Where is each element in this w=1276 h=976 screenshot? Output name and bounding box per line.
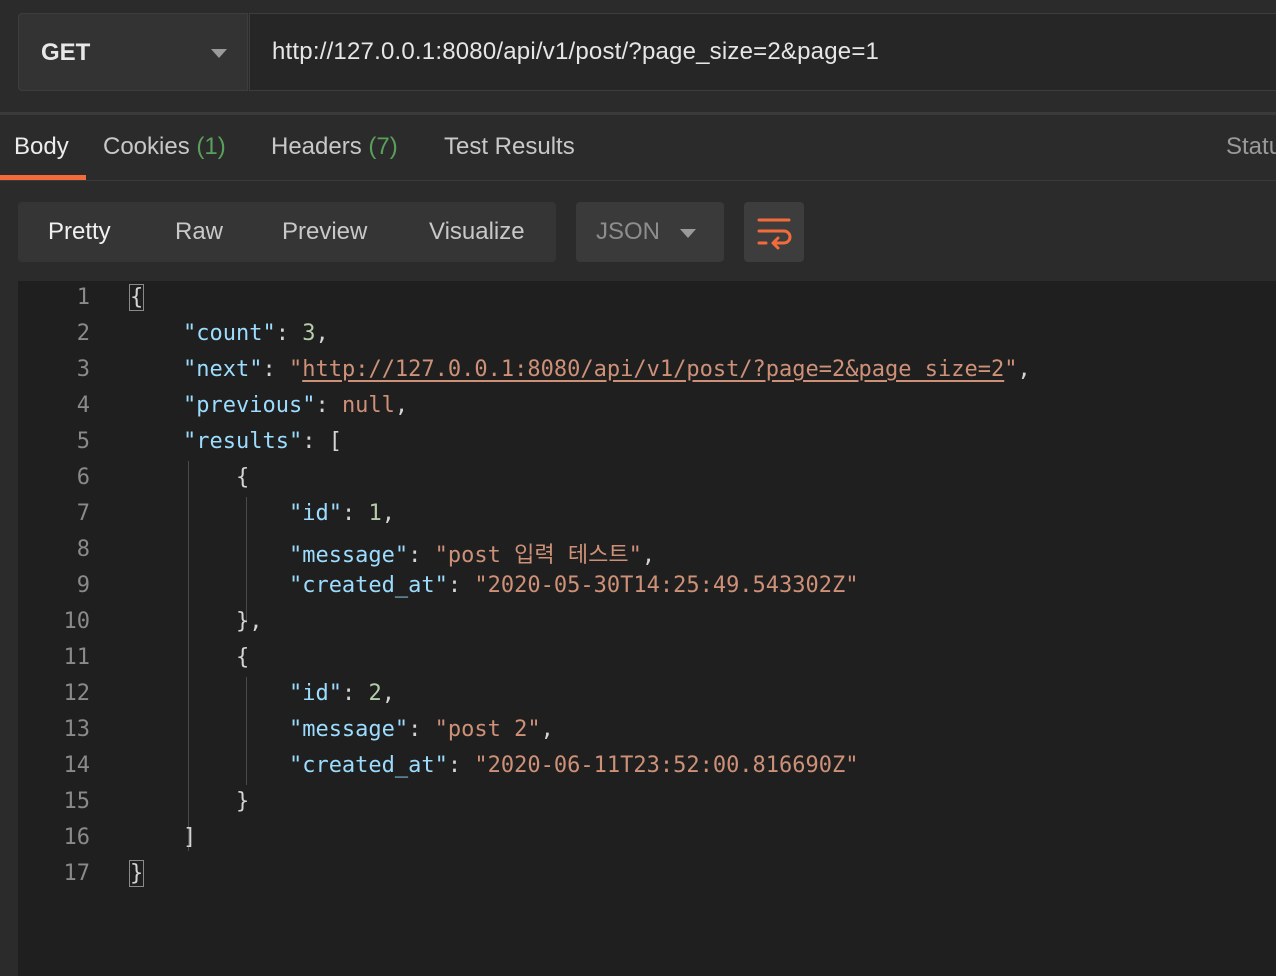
json-string: "2020-05-30T14:25:49.543302Z" (474, 573, 859, 598)
brace: } (128, 860, 145, 887)
json-key: "created_at" (288, 753, 448, 778)
wrap-lines-icon (757, 218, 792, 250)
wrap-lines-button[interactable] (744, 202, 804, 262)
code-line: 7 "id": 1, (18, 497, 1276, 533)
code-line: 1 { (18, 281, 1276, 317)
line-number: 5 (76, 429, 90, 454)
view-raw-button[interactable]: Raw (175, 218, 223, 246)
brace: { (128, 284, 145, 311)
code-line: 3 "next": "http://127.0.0.1:8080/api/v1/… (18, 353, 1276, 389)
url-input[interactable]: http://127.0.0.1:8080/api/v1/post/?page_… (249, 13, 1276, 91)
line-number: 9 (76, 573, 90, 598)
tab-cookies[interactable]: Cookies (1) (103, 133, 226, 161)
code-line: 17 } (18, 857, 1276, 893)
view-mode-group: Pretty Raw Preview Visualize (18, 202, 556, 262)
line-number: 10 (63, 609, 91, 634)
code-line: 10 }, (18, 605, 1276, 641)
json-key: "created_at" (288, 573, 448, 598)
json-null: null (341, 393, 395, 418)
code-line: 15 } (18, 785, 1276, 821)
line-number: 3 (76, 357, 90, 382)
tab-headers[interactable]: Headers (7) (271, 133, 398, 161)
code-line: 9 "created_at": "2020-05-30T14:25:49.543… (18, 569, 1276, 605)
response-tabs: Body Cookies (1) Headers (7) Test Result… (0, 115, 1276, 181)
chevron-down-icon (680, 229, 696, 238)
chevron-down-icon[interactable] (211, 49, 227, 58)
line-number: 8 (76, 537, 90, 562)
code-line: 16 ] (18, 821, 1276, 857)
url-text[interactable]: http://127.0.0.1:8080/api/v1/post/?page_… (272, 38, 879, 66)
line-number: 11 (63, 645, 91, 670)
code-line: 5 "results": [ (18, 425, 1276, 461)
code-line: 12 "id": 2, (18, 677, 1276, 713)
format-select[interactable]: JSON (576, 202, 724, 262)
tab-count: (7) (368, 133, 398, 160)
json-string: "post 입력 테스트" (434, 543, 642, 568)
json-number: 1 (368, 501, 382, 526)
method-label: GET (41, 39, 91, 66)
json-number: 2 (368, 681, 382, 706)
line-number: 13 (63, 717, 91, 742)
json-number: 3 (302, 321, 316, 346)
json-key: "id" (288, 681, 342, 706)
line-number: 14 (63, 753, 91, 778)
tab-label: Cookies (103, 133, 190, 160)
line-number: 4 (76, 393, 90, 418)
view-pretty-button[interactable]: Pretty (48, 218, 111, 246)
line-number: 7 (76, 501, 90, 526)
json-string: "2020-06-11T23:52:00.816690Z" (474, 753, 859, 778)
code-line: 4 "previous": null, (18, 389, 1276, 425)
code-line: 13 "message": "post 2", (18, 713, 1276, 749)
tab-test-results[interactable]: Test Results (444, 133, 575, 161)
line-number: 1 (76, 285, 90, 310)
method-select[interactable]: GET (18, 13, 248, 91)
line-number: 6 (76, 465, 90, 490)
json-key: "count" (182, 321, 276, 346)
tab-count: (1) (196, 133, 226, 160)
json-key: "results" (182, 429, 303, 454)
request-bar: GET http://127.0.0.1:8080/api/v1/post/?p… (0, 0, 1276, 112)
line-number: 15 (63, 789, 91, 814)
json-key: "message" (288, 543, 409, 568)
json-link[interactable]: http://127.0.0.1:8080/api/v1/post/?page=… (302, 357, 1004, 382)
tab-label: Headers (271, 133, 362, 160)
view-preview-button[interactable]: Preview (282, 218, 367, 246)
code-line: 14 "created_at": "2020-06-11T23:52:00.81… (18, 749, 1276, 785)
json-key: "message" (288, 717, 409, 742)
json-key: "id" (288, 501, 342, 526)
line-number: 16 (63, 825, 91, 850)
format-label: JSON (596, 218, 661, 245)
tab-body[interactable]: Body (14, 133, 69, 161)
tab-label: Body (14, 133, 69, 160)
code-line: 6 { (18, 461, 1276, 497)
line-number: 17 (63, 861, 91, 886)
code-line: 8 "message": "post 입력 테스트", (18, 533, 1276, 569)
status-label: Statu (1226, 133, 1276, 160)
line-number: 12 (63, 681, 91, 706)
view-toolbar: Pretty Raw Preview Visualize JSON (0, 181, 1276, 281)
line-number: 2 (76, 321, 90, 346)
json-key: "previous" (182, 393, 316, 418)
response-body-editor[interactable]: 1 { 2 "count": 3, 3 "next": "http://127.… (18, 281, 1276, 976)
active-tab-indicator (0, 175, 86, 180)
code-line: 11 { (18, 641, 1276, 677)
json-string: "post 2" (434, 717, 541, 742)
view-visualize-button[interactable]: Visualize (429, 218, 525, 246)
code-line: 2 "count": 3, (18, 317, 1276, 353)
tab-label: Test Results (444, 133, 575, 160)
json-key: "next" (182, 357, 263, 382)
